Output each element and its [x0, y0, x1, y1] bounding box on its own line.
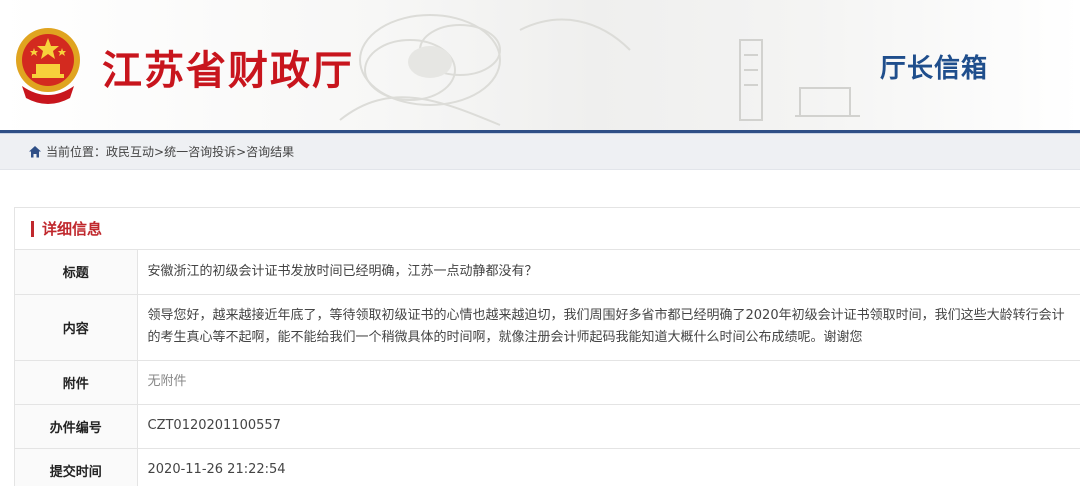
table-row: 内容 领导您好，越来越接近年底了，等待领取初级证书的心情也越来越迫切，我们周围好…: [15, 294, 1080, 361]
breadcrumb-separator: >: [154, 144, 165, 159]
site-title[interactable]: 江苏省财政厅: [102, 38, 354, 96]
breadcrumb-item-consult[interactable]: 统一咨询投诉: [164, 143, 236, 160]
table-row: 办件编号 CZT0120201100557: [15, 404, 1080, 449]
panel-heading: 详细信息: [15, 208, 1080, 250]
table-row: 提交时间 2020-11-26 21:22:54: [15, 448, 1080, 486]
heading-accent-bar: [31, 220, 34, 237]
breadcrumb-prefix: 当前位置：: [46, 145, 107, 159]
home-icon: [29, 145, 41, 157]
flower-decoration: [339, 14, 860, 126]
row-label-title: 标题: [15, 250, 138, 295]
row-label-content: 内容: [15, 294, 138, 361]
row-value-title: 安徽浙江的初级会计证书发放时间已经明确，江苏一点动静都没有？: [137, 250, 1080, 295]
breadcrumb-item-result[interactable]: 咨询结果: [246, 143, 294, 160]
site-header: 江苏省财政厅 厅长信箱: [0, 0, 1080, 130]
national-emblem-icon: [16, 28, 80, 104]
mailbox-title[interactable]: 厅长信箱: [880, 48, 988, 85]
row-label-attachment: 附件: [15, 360, 138, 405]
table-row: 附件 无附件: [15, 360, 1080, 405]
detail-table: 标题 安徽浙江的初级会计证书发放时间已经明确，江苏一点动静都没有？ 内容 领导您…: [15, 250, 1080, 486]
panel-heading-text: 详细信息: [42, 220, 103, 238]
row-value-submit-time: 2020-11-26 21:22:54: [147, 462, 286, 478]
row-label-case-number: 办件编号: [15, 404, 138, 449]
row-value-content: 领导您好，越来越接近年底了，等待领取初级证书的心情也越来越迫切，我们周围好多省市…: [137, 294, 1080, 361]
breadcrumb: 当前位置： 政民互动 > 统一咨询投诉 > 咨询结果: [0, 134, 1080, 170]
detail-panel: 详细信息 标题 安徽浙江的初级会计证书发放时间已经明确，江苏一点动静都没有？ 内…: [14, 207, 1080, 486]
breadcrumb-separator: >: [236, 144, 247, 159]
breadcrumb-item-interaction[interactable]: 政民互动: [106, 143, 154, 160]
row-label-submit-time: 提交时间: [15, 448, 138, 486]
table-row: 标题 安徽浙江的初级会计证书发放时间已经明确，江苏一点动静都没有？: [15, 250, 1080, 295]
row-value-attachment: 无附件: [137, 360, 1080, 405]
row-value-case-number: CZT0120201100557: [137, 404, 1080, 449]
